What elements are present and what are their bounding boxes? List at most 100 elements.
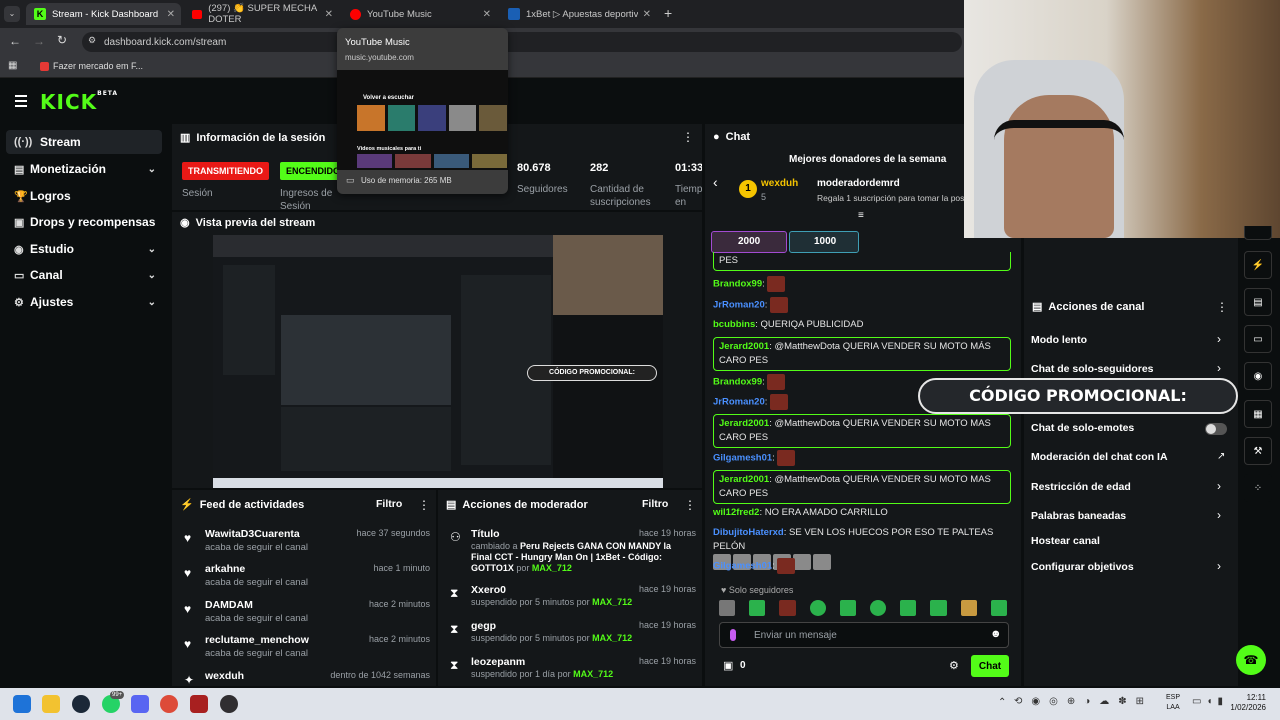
chrome-icon[interactable] [160, 695, 178, 713]
chat-username[interactable]: bcubbins [713, 319, 755, 330]
windows-start-icon[interactable] [13, 695, 31, 713]
dota-icon[interactable] [190, 695, 208, 713]
channel-action-item[interactable]: Chat de solo-emotes [1031, 422, 1134, 434]
bookmark-item[interactable]: Fazer mercado em F... [40, 61, 143, 71]
chat-settings-icon[interactable]: ⚙ [949, 659, 959, 672]
mod-user-link[interactable]: MAX_712 [573, 669, 613, 679]
chat-username[interactable]: DibujitoHaterxd [713, 527, 784, 538]
more-options-icon[interactable]: ⋮ [418, 498, 430, 512]
channel-action-item[interactable]: Restricción de edad [1031, 481, 1131, 493]
sidebar-item-canal[interactable]: ▭ Canal ⌄ [6, 263, 162, 287]
channel-action-item[interactable]: Modo lento [1031, 334, 1087, 346]
chat-username[interactable]: JrRoman20 [713, 300, 765, 311]
chat-username[interactable]: Brandox99 [713, 377, 762, 388]
channel-action-item[interactable]: Configurar objetivos [1031, 561, 1134, 573]
emote-icon[interactable] [990, 600, 1008, 616]
sidebar-item-logros[interactable]: 🏆 Logros [6, 184, 162, 208]
tray-chevron-icon[interactable]: ⌃ [998, 697, 1006, 708]
tab-kick-dashboard[interactable]: K Stream - Kick Dashboard ✕ [26, 3, 181, 25]
emote-icon[interactable] [960, 600, 977, 616]
file-explorer-icon[interactable] [42, 695, 60, 713]
emote-icon[interactable] [930, 600, 947, 616]
emote-icon[interactable] [900, 600, 917, 616]
emote-icon[interactable] [719, 600, 736, 616]
layout-icon[interactable]: ▦ [1244, 400, 1272, 428]
support-icon[interactable]: ☎ [1236, 645, 1266, 675]
channel-action-item[interactable]: Moderación del chat con IA [1031, 451, 1168, 463]
steam-icon[interactable] [72, 695, 90, 713]
chat-username[interactable]: Brandox99 [713, 279, 762, 290]
apps-icon[interactable]: ▦ [8, 60, 17, 71]
channel-action-item[interactable]: Hostear canal [1031, 535, 1100, 547]
lang-indicator[interactable]: ESP LAA [1166, 693, 1180, 713]
obs-icon[interactable] [220, 695, 238, 713]
site-info-icon[interactable]: ⚙ [88, 35, 96, 46]
chat-bubble-icon[interactable]: ▭ [1244, 325, 1272, 353]
stream-preview-video[interactable]: CÓDIGO PROMOCIONAL: [213, 235, 663, 488]
new-tab-icon[interactable]: + [664, 5, 672, 21]
chevron-left-icon[interactable]: ‹ [713, 174, 718, 190]
kicks-pill-2000[interactable]: 2000 [711, 231, 787, 253]
chat-input[interactable]: Enviar un mensaje ☻ [719, 622, 1009, 648]
chat-send-button[interactable]: Chat [971, 655, 1009, 677]
kick-logo[interactable]: KICKBETA [40, 90, 118, 114]
more-options-icon[interactable]: ⋮ [684, 498, 696, 512]
close-icon[interactable]: ✕ [167, 9, 175, 20]
sidebar-item-drops[interactable]: ▣ Drops y recompensas [6, 210, 162, 234]
more-options-icon[interactable]: ⋮ [682, 130, 694, 144]
emote-icon[interactable] [870, 600, 887, 616]
reload-icon[interactable]: ↻ [57, 33, 67, 47]
chat-username[interactable]: Gilgamesh01 [713, 561, 772, 572]
chat-username[interactable]: Gilgamesh01 [713, 453, 772, 464]
clipboard-icon[interactable]: ▤ [1244, 288, 1272, 316]
channel-action-item[interactable]: Chat de solo-seguidores [1031, 363, 1154, 375]
tab-youtube-music[interactable]: YouTube Music ✕ [342, 3, 497, 25]
mod-user-link[interactable]: MAX_712 [592, 597, 632, 607]
broadcast-icon[interactable]: ◉ [1244, 362, 1272, 390]
wrench-icon[interactable]: ⚒ [1244, 437, 1272, 465]
apps-icon[interactable]: ⁘ [1244, 474, 1272, 502]
bolt-icon[interactable]: ⚡ [1244, 251, 1272, 279]
mod-filter-button[interactable]: Filtro [642, 498, 668, 510]
sidebar-item-ajustes[interactable]: ⚙ Ajustes ⌄ [6, 290, 162, 314]
kicks-pill-1000[interactable]: 1000 [789, 231, 859, 253]
chat-username[interactable]: Jerard2001 [719, 418, 769, 429]
url-field[interactable]: ⚙ dashboard.kick.com/stream [82, 32, 962, 52]
sidebar-item-stream[interactable]: ((·)) Stream [6, 130, 162, 154]
tab-1xbet[interactable]: 1xBet ▷ Apuestas deportivas o ✕ [500, 3, 657, 25]
clock[interactable]: 12:11 1/02/2026 [1226, 693, 1266, 713]
chat-username[interactable]: Jerard2001 [719, 474, 769, 485]
channel-action-item[interactable]: Palabras baneadas [1031, 510, 1126, 522]
sidebar-item-monetizacion[interactable]: ▤ Monetización ⌄ [6, 157, 162, 181]
donor2-name[interactable]: moderadordemrd [817, 178, 900, 189]
donor-name[interactable]: wexduh [761, 178, 798, 189]
toggle-switch[interactable] [1205, 423, 1227, 435]
more-options-icon[interactable]: ⋮ [1216, 300, 1228, 314]
chat-username[interactable]: Jerard2001 [719, 341, 769, 352]
back-icon[interactable]: ← [9, 34, 21, 48]
mod-user-link[interactable]: MAX_712 [532, 563, 572, 573]
quick-action-button[interactable] [1244, 226, 1272, 240]
tab-list-button[interactable]: ⌄ [4, 6, 20, 22]
mod-user-link[interactable]: MAX_712 [592, 633, 632, 643]
emote-icon[interactable] [839, 600, 857, 616]
emote-icon[interactable] [809, 600, 826, 616]
kicks-store-icon[interactable]: ▣ [723, 659, 733, 672]
discord-icon[interactable] [131, 695, 149, 713]
feed-filter-button[interactable]: Filtro [376, 498, 402, 510]
emote-icon[interactable] [749, 600, 766, 616]
close-icon[interactable]: ✕ [643, 9, 651, 20]
menu-icon[interactable] [15, 95, 27, 107]
forward-icon[interactable]: → [33, 34, 45, 48]
chat-username[interactable]: wil12fred2 [713, 507, 759, 518]
chat-username[interactable]: JrRoman20 [713, 397, 765, 408]
emote-icon[interactable] [779, 600, 796, 616]
mic-icon[interactable] [730, 629, 736, 641]
filter-icon[interactable]: ≡ [858, 210, 864, 221]
close-icon[interactable]: ✕ [483, 9, 491, 20]
close-icon[interactable]: ✕ [325, 9, 333, 20]
emoji-icon[interactable]: ☻ [990, 628, 1002, 640]
tab-youtube[interactable]: (297) 👏 SUPER MECHA DOTER ✕ [184, 3, 339, 25]
network-volume-icons[interactable]: ▭◖▮ [1192, 696, 1228, 707]
sidebar-item-estudio[interactable]: ◉ Estudio ⌄ [6, 237, 162, 261]
